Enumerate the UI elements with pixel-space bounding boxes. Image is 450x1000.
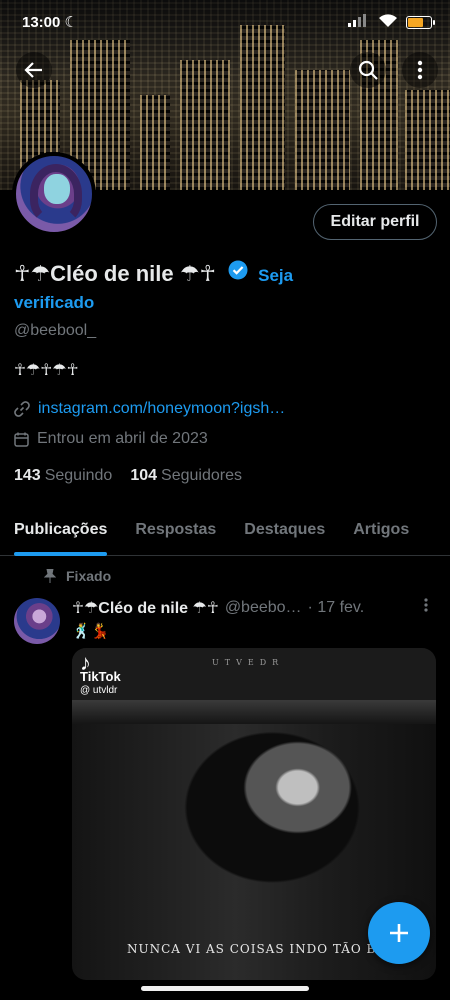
post-more-button[interactable] — [424, 598, 428, 617]
profile-name-line: ☥☂Cléo de nile ☂☥ Seja — [14, 258, 434, 292]
compose-button[interactable] — [368, 902, 430, 964]
get-verified-link[interactable]: Seja — [258, 266, 293, 285]
post-author-name[interactable]: ☥☂Cléo de nile ☂☥ — [72, 598, 219, 618]
profile-link[interactable]: instagram.com/honeymoon?igsh… — [38, 400, 285, 418]
home-indicator[interactable] — [141, 986, 309, 991]
more-vertical-icon — [417, 60, 423, 80]
post-author-handle[interactable]: @beebo… — [225, 599, 302, 617]
tab-publicacoes[interactable]: Publicações — [14, 504, 108, 556]
following-link[interactable]: 143 Seguindo — [14, 467, 112, 485]
signal-icon — [348, 13, 370, 31]
profile-name: ☥☂Cléo de nile ☂☥ — [14, 260, 216, 286]
more-button[interactable] — [402, 52, 438, 88]
verified-badge-icon[interactable] — [228, 258, 248, 288]
get-verified-link-continued[interactable]: verificado — [14, 293, 94, 313]
video-caption: NUNCA VI AS COISAS INDO TÃO BE — [127, 942, 387, 956]
pinned-indicator: Fixado — [44, 568, 111, 584]
profile-bio: ☥☂☥☂☥ — [14, 362, 79, 379]
battery-icon — [406, 15, 435, 29]
edit-profile-button[interactable]: Editar perfil — [313, 204, 437, 240]
search-icon — [358, 60, 378, 80]
more-vertical-icon — [424, 598, 428, 612]
followers-link[interactable]: 104 Seguidores — [130, 467, 242, 485]
tiktok-logo-icon: ♪ — [80, 650, 91, 675]
status-bar: 13:00 ☾ — [0, 0, 450, 44]
wifi-icon — [378, 13, 398, 32]
tab-respostas[interactable]: Respostas — [135, 504, 216, 556]
join-date: Entrou em abril de 2023 — [37, 430, 208, 447]
moon-icon: ☾ — [64, 14, 78, 31]
arrow-left-icon — [24, 62, 42, 78]
calendar-icon — [14, 432, 29, 447]
post-date[interactable]: · 17 fev. — [308, 599, 365, 617]
post-header: ☥☂Cléo de nile ☂☥ @beebo… · 17 fev. — [72, 598, 442, 618]
tab-destaques[interactable]: Destaques — [244, 504, 325, 556]
plus-icon — [390, 924, 408, 942]
profile-tabs: Publicações Respostas Destaques Artigos — [0, 504, 450, 556]
status-time: 13:00 — [22, 13, 61, 31]
post-text: 🕺💃 — [72, 623, 110, 640]
profile-avatar[interactable] — [12, 152, 96, 236]
back-button[interactable] — [16, 52, 52, 88]
pin-icon — [44, 569, 56, 583]
link-icon — [14, 401, 30, 417]
search-button[interactable] — [350, 52, 386, 88]
post-author-avatar[interactable] — [14, 598, 60, 644]
pinned-label: Fixado — [66, 568, 112, 584]
tab-artigos[interactable]: Artigos — [353, 504, 409, 556]
tiktok-watermark: ♪ TikTok @ utvldr — [80, 650, 121, 697]
video-watermark: UTVEDR — [212, 658, 285, 667]
profile-handle: @beebool_ — [14, 322, 97, 339]
